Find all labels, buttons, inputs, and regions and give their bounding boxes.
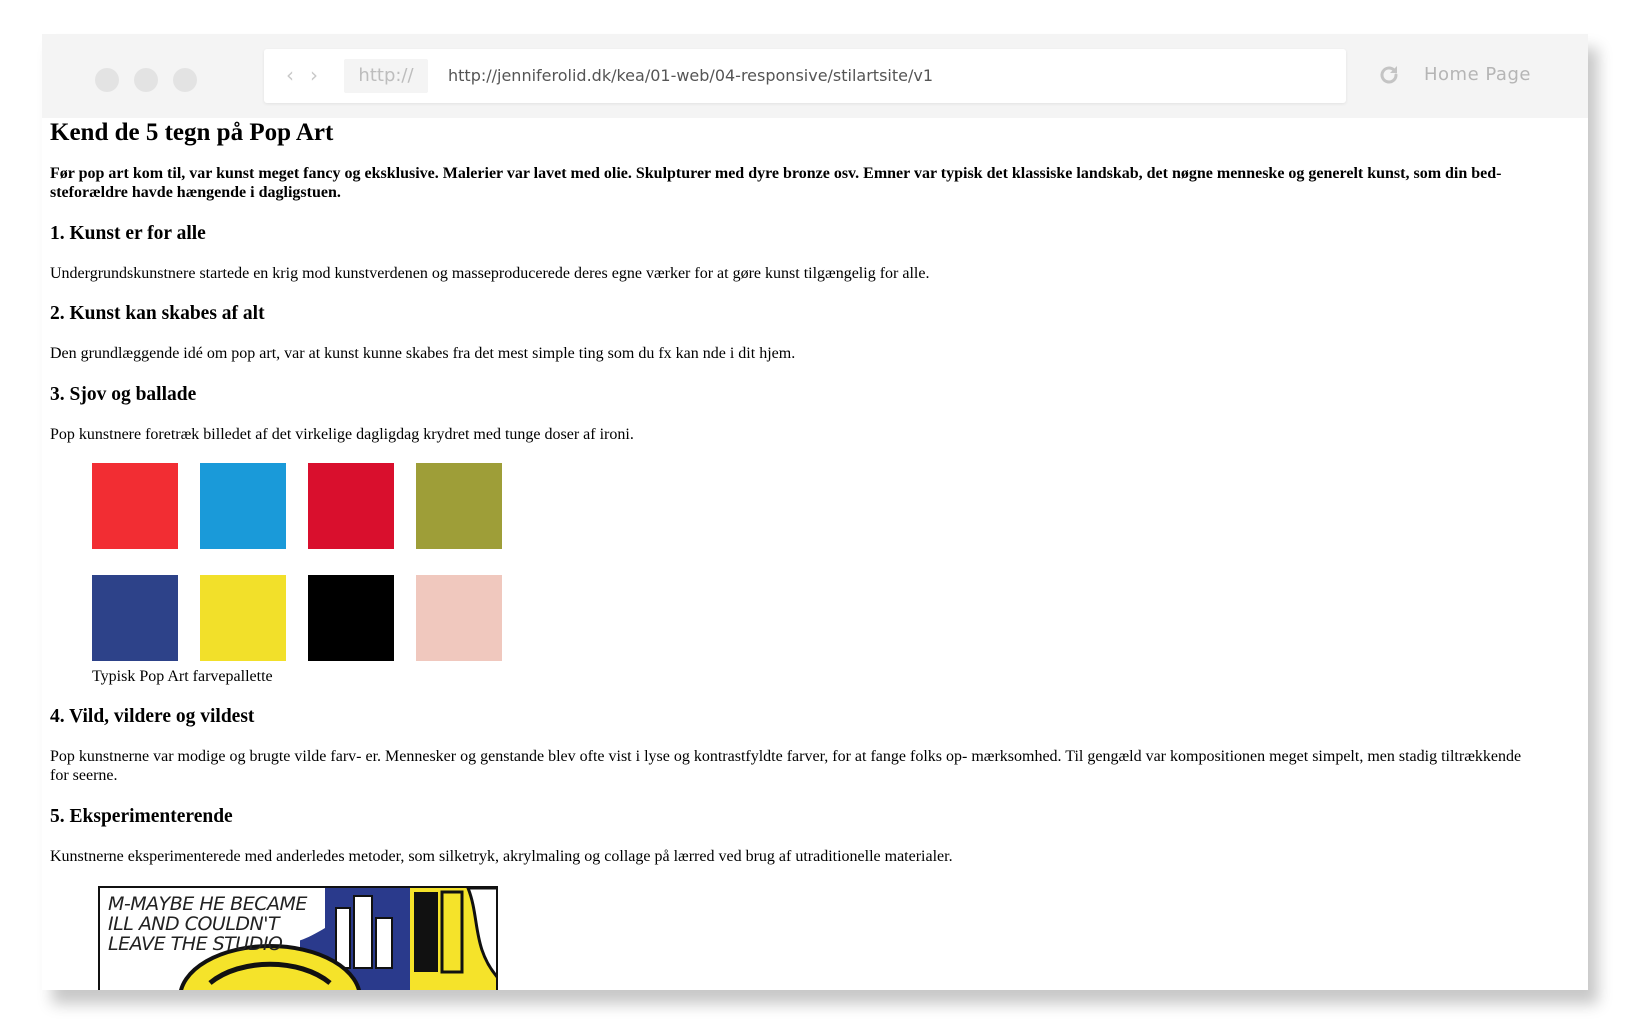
- home-page-button[interactable]: Home Page: [1424, 60, 1531, 90]
- palette-swatch-red: [92, 463, 178, 549]
- section-heading-1: 1. Kunst er for alle: [50, 223, 206, 244]
- pop-art-image: M-MAYBE HE BECAME ILL AND COULDN'T LEAVE…: [98, 886, 498, 990]
- window-close-button[interactable]: [95, 68, 119, 92]
- comic-speech-text: M-MAYBE HE BECAME ILL AND COULDN'T LEAVE…: [108, 893, 307, 955]
- section-text-5: Kunstnerne eksperimenterede med anderled…: [50, 848, 953, 865]
- browser-window: ‹ › http:// http://jenniferolid.dk/kea/0…: [42, 34, 1588, 990]
- palette-caption: Typisk Pop Art farvepallette: [92, 668, 273, 685]
- palette-swatch-navy: [92, 575, 178, 661]
- section-text-1: Undergrundskunstnere startede en krig mo…: [50, 265, 930, 282]
- url-text[interactable]: http://jenniferolid.dk/kea/01-web/04-res…: [448, 49, 933, 103]
- address-bar[interactable]: ‹ › http:// http://jenniferolid.dk/kea/0…: [264, 49, 1346, 103]
- section-text-2: Den grundlæggende idé om pop art, var at…: [50, 345, 796, 362]
- palette-swatch-olive: [416, 463, 502, 549]
- palette-swatch-pink: [416, 575, 502, 661]
- palette-swatch-crimson: [308, 463, 394, 549]
- palette-swatch-blue: [200, 463, 286, 549]
- intro-paragraph: Før pop art kom til, var kunst meget fan…: [50, 165, 1502, 201]
- section-heading-5: 5. Eksperimenterende: [50, 806, 233, 827]
- section-heading-4: 4. Vild, vildere og vildest: [50, 706, 255, 727]
- chevron-right-icon[interactable]: ›: [310, 63, 318, 87]
- protocol-label: http://: [344, 59, 428, 93]
- section-heading-3: 3. Sjov og ballade: [50, 384, 197, 405]
- section-text-3: Pop kunstnere foretræk billedet af det v…: [50, 426, 634, 443]
- browser-toolbar: ‹ › http:// http://jenniferolid.dk/kea/0…: [42, 34, 1588, 118]
- section-heading-2: 2. Kunst kan skabes af alt: [50, 303, 265, 324]
- window-minimize-button[interactable]: [134, 68, 158, 92]
- chevron-left-icon[interactable]: ‹: [286, 63, 294, 87]
- palette-swatch-black: [308, 575, 394, 661]
- window-maximize-button[interactable]: [173, 68, 197, 92]
- section-text-4: Pop kunstnerne var modige og brugte vild…: [50, 748, 1522, 784]
- palette-swatch-yellow: [200, 575, 286, 661]
- reload-icon[interactable]: [1378, 64, 1400, 86]
- page-title: Kend de 5 tegn på Pop Art: [50, 119, 334, 146]
